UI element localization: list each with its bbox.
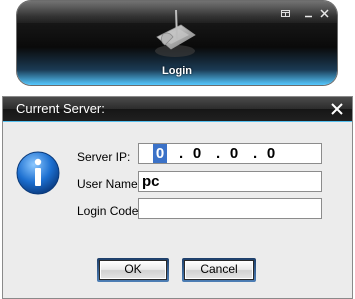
login-widget[interactable]: Login [17,1,337,85]
login-dialog: Current Server: Server IP: 0 . 0 . 0 . 0… [2,96,353,299]
close-icon[interactable] [319,8,330,19]
minimize-icon[interactable] [303,8,314,19]
user-name-field[interactable]: pc [138,171,322,192]
server-ip-field[interactable]: 0 . 0 . 0 . 0 [138,143,322,164]
server-ip-label: Server IP: [77,150,131,164]
ip-dot: . [253,145,258,162]
ip-octet-2[interactable]: 0 [190,144,204,163]
login-pen-icon [155,9,196,57]
ip-dot: . [179,145,184,162]
login-code-label: Login Code: [77,204,142,218]
dialog-titlebar[interactable]: Current Server: [3,97,352,122]
ip-octet-1[interactable]: 0 [153,144,167,163]
ip-octet-4[interactable]: 0 [264,144,278,163]
ok-button[interactable]: OK [99,260,167,280]
login-label: Login [162,65,192,77]
info-icon [16,151,60,195]
cancel-button[interactable]: Cancel [184,260,254,280]
dialog-close-icon[interactable] [330,102,344,116]
ip-dot: . [216,145,221,162]
restore-icon[interactable] [280,8,291,19]
dialog-title: Current Server: [16,101,105,116]
login-code-field[interactable] [138,198,322,219]
ip-octet-3[interactable]: 0 [227,144,241,163]
user-name-label: User Name: [77,177,142,191]
